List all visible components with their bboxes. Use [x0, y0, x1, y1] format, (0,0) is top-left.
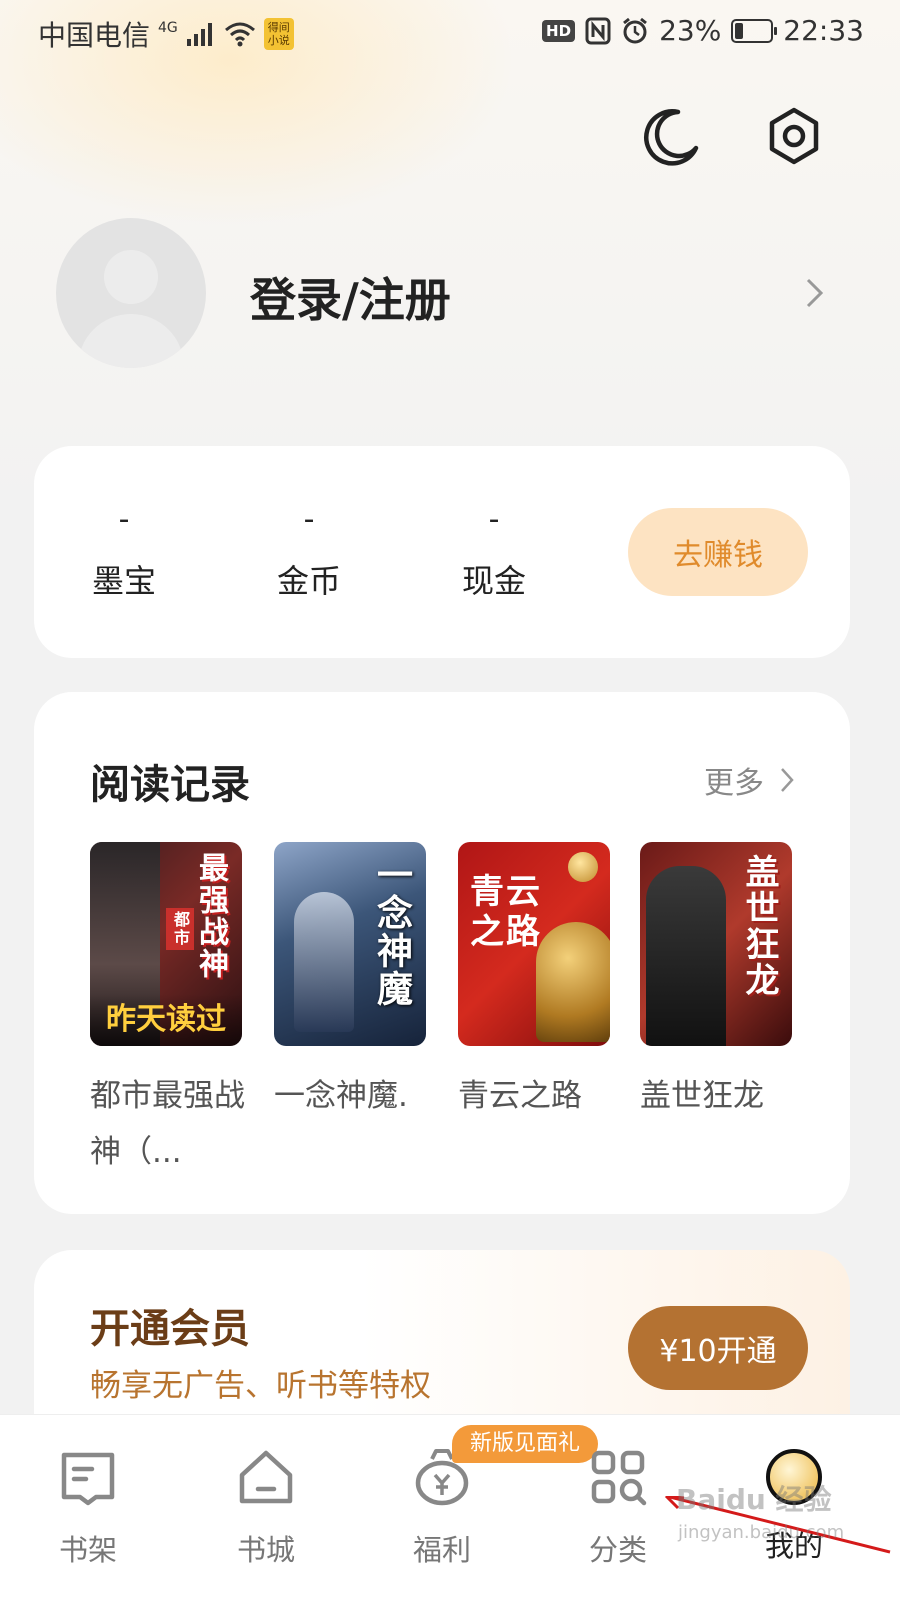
book-title: 一念神魔.	[274, 1078, 408, 1114]
vip-subtitle: 畅享无广告、听书等特权	[90, 1368, 431, 1404]
battery-percent: 23%	[659, 14, 722, 47]
settings-icon[interactable]	[762, 104, 826, 168]
tab-welfare[interactable]: 福利	[382, 1445, 502, 1569]
tab-label: 福利	[412, 1533, 471, 1567]
alarm-icon	[623, 17, 647, 43]
wallet-card: - 墨宝 - 金币 - 现金 去赚钱	[34, 446, 850, 658]
read-yesterday-tag: 昨天读过	[90, 994, 242, 1046]
watermark-url: jingyan.baidu.com	[678, 1522, 845, 1543]
stat-value: -	[303, 502, 315, 537]
watermark-logo: Baidu 经验	[676, 1483, 832, 1516]
battery-icon	[731, 18, 778, 43]
earn-money-button[interactable]: 去赚钱	[628, 508, 808, 596]
battery-level	[735, 22, 744, 39]
cover-title: 青云之路	[470, 872, 542, 952]
cover-title: 盖世狂龙	[739, 854, 779, 998]
bookshelf-icon	[61, 1452, 115, 1506]
tab-label: 书架	[58, 1533, 117, 1567]
status-bar: 中国电信 4G 得间小说 HD 23% 22:33	[0, 0, 900, 64]
cover-title: 最强战神	[193, 852, 228, 980]
stat-mobao[interactable]: - 墨宝	[54, 502, 194, 602]
stat-label: 现金	[461, 562, 526, 600]
carrier-name: 中国电信	[38, 19, 151, 52]
app-badge-icon: 得间小说	[263, 18, 294, 50]
book-title: 青云之路	[458, 1078, 582, 1114]
stat-coins[interactable]: - 金币	[239, 502, 379, 602]
avatar-body-shape	[78, 314, 184, 368]
category-grid-icon	[591, 1450, 647, 1506]
hd-icon: HD	[542, 19, 576, 42]
reading-history-card: 阅读记录 更多 最强战神 都市 昨天读过 都市最强战神（... 一念神魔 一念神…	[34, 692, 850, 1214]
moon-icon[interactable]	[638, 104, 702, 168]
cover-title: 一念神魔	[371, 856, 413, 1008]
book-cover: 青云之路	[458, 842, 610, 1046]
stat-label: 金币	[276, 562, 341, 600]
chevron-right-icon[interactable]	[800, 276, 828, 310]
section-title: 阅读记录	[90, 762, 250, 808]
stat-value: -	[488, 502, 500, 537]
network-type: 4G	[158, 20, 178, 36]
vip-subscribe-button[interactable]: ¥10开通	[628, 1306, 808, 1390]
avatar[interactable]	[56, 218, 206, 368]
avatar-head-shape	[104, 250, 158, 304]
cover-tag: 都市	[166, 908, 194, 950]
book-item[interactable]: 青云之路 青云之路	[458, 842, 610, 1124]
book-title: 都市最强战神（...	[90, 1078, 245, 1170]
stat-cash[interactable]: - 现金	[424, 502, 564, 602]
wifi-icon	[224, 22, 255, 47]
tab-bookstore[interactable]: 书城	[206, 1445, 326, 1569]
clock: 22:33	[783, 14, 864, 47]
book-item[interactable]: 一念神魔 一念神魔.	[274, 842, 426, 1124]
more-label: 更多	[704, 766, 764, 801]
vip-title: 开通会员	[90, 1306, 250, 1352]
chevron-right-icon	[781, 768, 794, 792]
book-item[interactable]: 最强战神 都市 昨天读过 都市最强战神（...	[90, 842, 245, 1180]
book-cover: 最强战神 都市 昨天读过	[90, 842, 242, 1046]
book-item[interactable]: 盖世狂龙 盖世狂龙	[640, 842, 792, 1124]
tab-bookshelf[interactable]: 书架	[28, 1445, 148, 1569]
more-link[interactable]: 更多	[704, 758, 796, 802]
login-register-link[interactable]: 登录/注册	[250, 264, 451, 330]
tab-label: 书城	[236, 1533, 295, 1567]
home-icon	[239, 1450, 293, 1504]
stat-value: -	[118, 502, 130, 537]
signal-icon	[186, 23, 212, 46]
nfc-icon	[585, 17, 611, 44]
book-cover: 一念神魔	[274, 842, 426, 1046]
book-title: 盖世狂龙	[640, 1078, 764, 1114]
book-cover: 盖世狂龙	[640, 842, 792, 1046]
stat-label: 墨宝	[91, 562, 156, 600]
